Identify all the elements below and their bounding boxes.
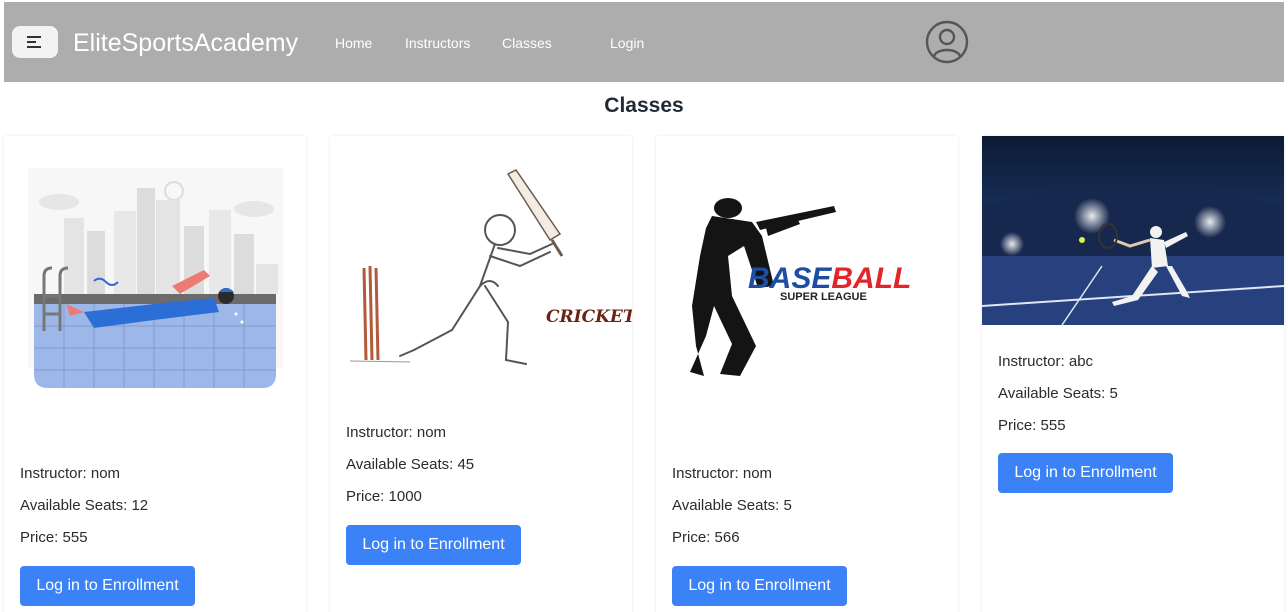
price-label: Price: 566	[672, 529, 740, 546]
nav-link-instructors[interactable]: Instructors	[405, 34, 470, 52]
instructor-label: Instructor: abc	[998, 353, 1094, 370]
class-card: CRICKET Instructor: nom Available Seats:…	[330, 136, 632, 612]
enroll-button[interactable]: Log in to Enrollment	[20, 566, 195, 606]
enroll-button[interactable]: Log in to Enrollment	[346, 525, 521, 565]
price-label: Price: 555	[998, 417, 1066, 434]
class-card: Instructor: abc Available Seats: 5 Price…	[982, 136, 1284, 612]
available-seats-label: Available Seats: 45	[346, 456, 475, 473]
class-image-cricket: CRICKET	[330, 136, 632, 386]
nav-link-login[interactable]: Login	[610, 34, 644, 52]
available-seats-label: Available Seats: 5	[998, 385, 1118, 402]
price-label: Price: 1000	[346, 488, 422, 505]
enroll-button[interactable]: Log in to Enrollment	[998, 453, 1173, 493]
class-image-baseball: BASEBALL SUPER LEAGUE	[656, 136, 958, 406]
baseball-logo-subtitle: SUPER LEAGUE	[780, 291, 867, 303]
enroll-button[interactable]: Log in to Enrollment	[672, 566, 847, 606]
page-title: Classes	[604, 94, 684, 117]
nav-link-home[interactable]: Home	[335, 34, 372, 52]
top-navbar: EliteSportsAcademy Home Instructors Clas…	[4, 2, 1284, 82]
available-seats-label: Available Seats: 5	[672, 497, 792, 514]
price-label: Price: 555	[20, 529, 88, 546]
instructor-label: Instructor: nom	[672, 465, 773, 482]
class-image-swimming	[4, 136, 306, 406]
user-avatar-icon[interactable]	[925, 20, 969, 64]
class-card: Instructor: nom Available Seats: 12 Pric…	[4, 136, 306, 612]
instructor-label: Instructor: nom	[20, 465, 121, 482]
menu-toggle-button[interactable]	[12, 26, 58, 58]
available-seats-label: Available Seats: 12	[20, 497, 149, 514]
brand-name[interactable]: EliteSportsAcademy	[73, 28, 298, 58]
cricket-logo-text: CRICKET	[546, 307, 632, 327]
menu-icon	[27, 36, 41, 48]
class-image-tennis	[982, 136, 1284, 325]
class-card: BASEBALL SUPER LEAGUE Instructor: nom Av…	[656, 136, 958, 612]
instructor-label: Instructor: nom	[346, 424, 447, 441]
nav-link-classes[interactable]: Classes	[502, 34, 552, 52]
